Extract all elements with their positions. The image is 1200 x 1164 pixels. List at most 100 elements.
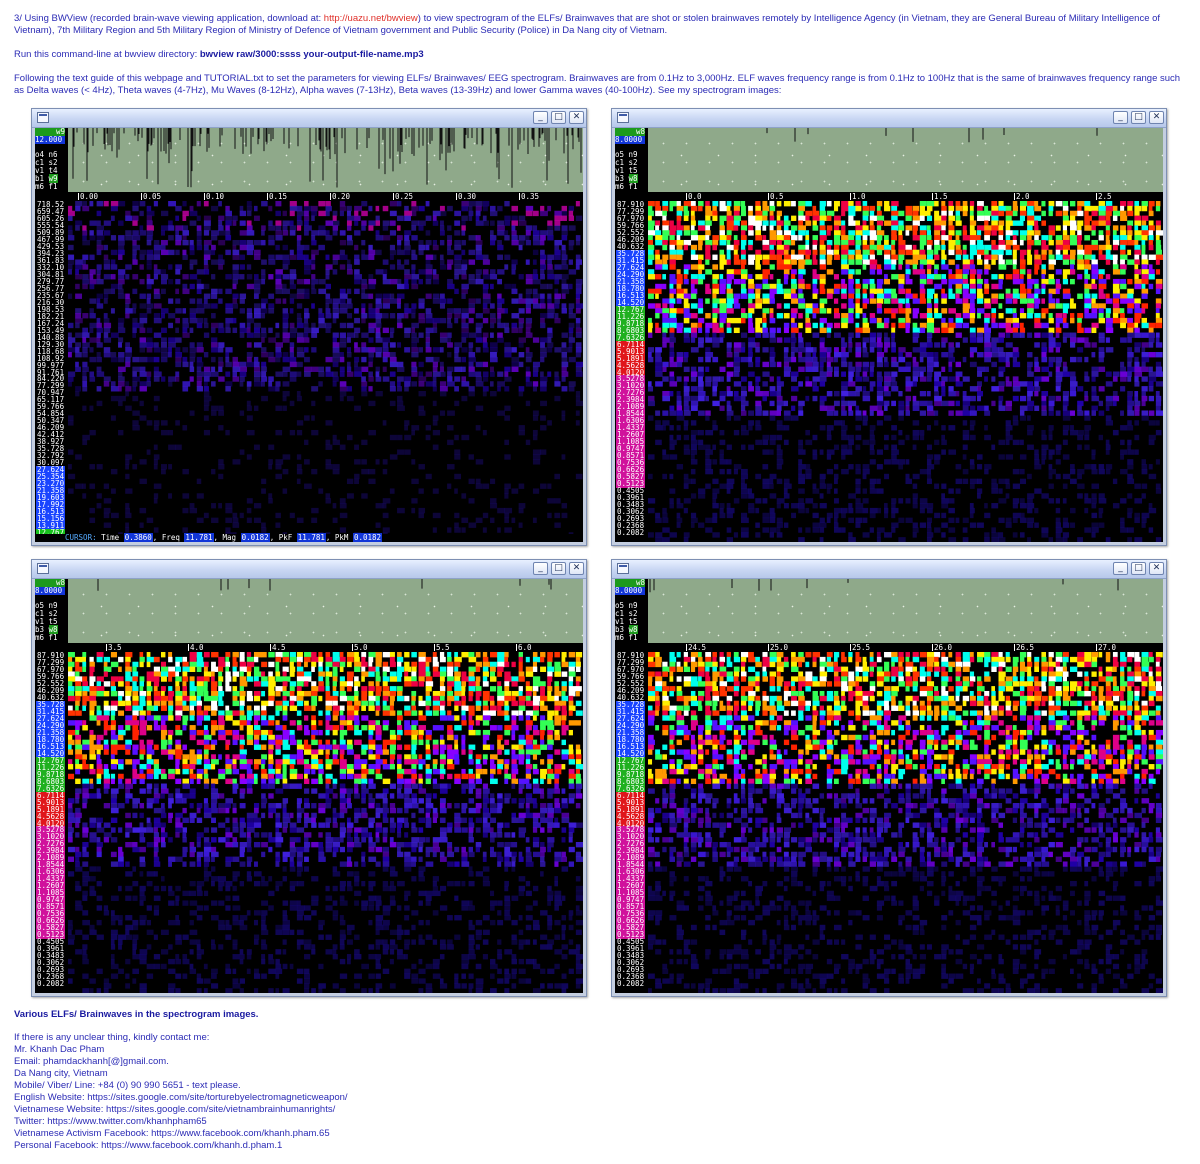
contact-line[interactable]: Twitter: https://www.twitter.com/khanhph… [14, 1116, 348, 1128]
cursor-time-value: 0.3860 [123, 533, 153, 542]
setting-line: 12.000 [35, 135, 65, 144]
window-titlebar[interactable]: _ □ ✕ [612, 109, 1166, 128]
maximize-button[interactable]: □ [1131, 111, 1146, 124]
close-button[interactable]: ✕ [569, 562, 584, 575]
bwview-canvas[interactable]: w8 8.0000 o5 n9 c1 s2 v1 t5 b3 w8 m6 f1 3.5 4.0… [35, 579, 583, 993]
close-button[interactable]: ✕ [569, 111, 584, 124]
minimize-button[interactable]: _ [533, 111, 548, 124]
command-line: bwview raw/3000:ssss your-output-file-na… [199, 49, 424, 60]
frequency-axis: 87.910 77.299 67.970 59.766 52.552 46.209 40.6… [615, 201, 648, 542]
time-tick-label: 1.5 [932, 192, 948, 201]
bwview-canvas[interactable]: w8 8.0000 o5 n9 c1 s2 v1 t5 b3 w8 m6 f1 24.5 25… [615, 579, 1163, 993]
frequency-axis: 87.910 77.299 67.970 59.766 52.552 46.209 40.6… [615, 652, 648, 993]
raw-signal-trace [68, 579, 583, 643]
images-caption: Various ELFs/ Brainwaves in the spectrog… [14, 1009, 259, 1020]
contact-line: Email: phamdackhanh[@]gmail.com. [14, 1056, 169, 1067]
time-tick-label: 25.0 [767, 643, 789, 652]
setting-line: m6 f1 [35, 181, 58, 191]
cursor-mag-label: Mag [222, 533, 237, 542]
time-tick-label: 3.0 [1178, 192, 1194, 201]
frequency-label: 0.2082 [617, 528, 645, 538]
close-button[interactable]: ✕ [1149, 562, 1164, 575]
bwview-canvas[interactable]: w9 12.000 o4 n6 c1 s2 v1 t4 b1 w9 m6 f1 0.00 0.… [35, 128, 583, 542]
settings-readout: w9 12.000 o4 n6 c1 s2 v1 t4 b1 w9 m6 f1 [35, 128, 68, 192]
time-tick-label: 0.10 [203, 192, 225, 201]
raw-signal-trace [648, 579, 1163, 643]
setting-line: m6 f1 [615, 181, 638, 191]
cursor-readout: CURSOR: Time 0.3860, Freq 11.781, Mag 0.… [35, 533, 583, 542]
app-icon [37, 112, 49, 123]
time-tick-label: 0.15 [266, 192, 288, 201]
bwview-canvas[interactable]: w8 8.0000 o5 n9 c1 s2 v1 t5 b3 w8 m6 f1 0.0 0.5… [615, 128, 1194, 542]
contact-line[interactable]: Personal Facebook: https://www.facebook.… [14, 1140, 348, 1152]
bwview-window-1: _ □ ✕ w9 12.000 o4 n6 c1 s2 v1 t4 b1 w9 m6 f1 … [31, 108, 587, 546]
bwview-window-2: _ □ ✕ w8 8.0000 o5 n9 c1 s2 v1 t5 b3 w8 m6 f1 … [611, 108, 1194, 546]
setting-line: 8.0000 [615, 586, 645, 595]
time-tick-label: 2.0 [1014, 192, 1030, 201]
window-titlebar[interactable]: _ □ ✕ [612, 560, 1166, 579]
time-tick-label: 4.5 [270, 643, 286, 652]
settings-readout: w8 8.0000 o5 n9 c1 s2 v1 t5 b3 w8 m6 f1 [35, 579, 68, 643]
frequency-axis: 718.52 659.47 605.26 555.54 509.89 467.99 429.… [35, 201, 68, 542]
maximize-button[interactable]: □ [1131, 562, 1146, 575]
spectrogram-plot[interactable] [648, 652, 1163, 993]
frequency-axis: 87.910 77.299 67.970 59.766 52.552 46.209 40.6… [35, 652, 68, 993]
app-icon [617, 563, 629, 574]
raw-signal-trace [68, 128, 583, 192]
frequency-label: 0.2082 [617, 979, 645, 989]
bwview-download-link[interactable]: http://uazu.net/bwview [324, 13, 418, 24]
time-tick-label: 0.30 [455, 192, 477, 201]
time-tick-label: 0.25 [392, 192, 414, 201]
contact-block: If there is any unclear thing, kindly co… [14, 1032, 348, 1152]
cursor-mag-value: 0.0182 [240, 533, 270, 542]
time-tick-label: 5.0 [352, 643, 368, 652]
time-axis: 24.5 25.0 25.5 26.0 26.5 27.0 [648, 643, 1163, 652]
setting-line: m6 f1 [35, 632, 58, 642]
app-icon [37, 563, 49, 574]
window-titlebar[interactable]: _ □ ✕ [32, 109, 586, 128]
bwview-window-4: _ □ ✕ w8 8.0000 o5 n9 c1 s2 v1 t5 b3 w8 m6 f1 … [611, 559, 1167, 997]
window-titlebar[interactable]: _ □ ✕ [32, 560, 586, 579]
minimize-button[interactable]: _ [1113, 111, 1128, 124]
settings-readout: w8 8.0000 o5 n9 c1 s2 v1 t5 b3 w8 m6 f1 [615, 128, 648, 192]
cursor-pkm-label: PkM [334, 533, 349, 542]
close-button[interactable]: ✕ [1149, 111, 1164, 124]
time-tick-label: 6.0 [516, 643, 532, 652]
intro-paragraph-2: Run this command-line at bwview director… [14, 49, 1184, 61]
time-tick-label: 0.05 [140, 192, 162, 201]
cursor-pkf-value: 11.781 [296, 533, 326, 542]
maximize-button[interactable]: □ [551, 111, 566, 124]
time-tick-label: 5.5 [434, 643, 450, 652]
contact-line: If there is any unclear thing, kindly co… [14, 1032, 210, 1043]
maximize-button[interactable]: □ [551, 562, 566, 575]
intro-paragraph-1: 3/ Using BWView (recorded brain-wave vie… [14, 13, 1184, 37]
intro-paragraph-3: Following the text guide of this webpage… [14, 73, 1181, 96]
spectrogram-plot[interactable] [68, 652, 583, 993]
contact-line[interactable]: English Website: https://sites.google.co… [14, 1092, 348, 1104]
contact-line: Mobile/ Viber/ Line: +84 (0) 90 990 5651… [14, 1080, 241, 1091]
time-tick-label: 26.0 [931, 643, 953, 652]
cursor-freq-value: 11.781 [184, 533, 214, 542]
command-intro: Run this command-line at bwview director… [14, 49, 200, 60]
time-tick-label: 0.20 [329, 192, 351, 201]
time-axis: 0.0 0.5 1.0 1.5 2.0 2.5 3.0 [648, 192, 1194, 201]
time-axis: 0.00 0.05 0.10 0.15 0.20 0.25 0.30 0.35 [68, 192, 583, 201]
time-tick-label: 0.35 [518, 192, 540, 201]
time-tick-label: 4.0 [188, 643, 204, 652]
minimize-button[interactable]: _ [1113, 562, 1128, 575]
time-tick-label: 27.0 [1095, 643, 1117, 652]
contact-line[interactable]: Vietnamese Activism Facebook: https://ww… [14, 1128, 348, 1140]
minimize-button[interactable]: _ [533, 562, 548, 575]
time-tick-label: 3.5 [106, 643, 122, 652]
cursor-pkf-label: PkF [278, 533, 293, 542]
setting-line: 8.0000 [615, 135, 645, 144]
time-tick-label: 24.5 [685, 643, 707, 652]
contact-line[interactable]: Vietnamese Website: https://sites.google… [14, 1104, 348, 1116]
cursor-label: CURSOR: [65, 533, 97, 542]
setting-line: m6 f1 [615, 632, 638, 642]
time-axis: 3.5 4.0 4.5 5.0 5.5 6.0 [68, 643, 583, 652]
time-tick-label: 0.00 [77, 192, 99, 201]
contact-line: Mr. Khanh Dac Pham [14, 1044, 105, 1055]
spectrogram-plot[interactable] [648, 201, 1163, 542]
spectrogram-plot[interactable] [68, 201, 583, 542]
